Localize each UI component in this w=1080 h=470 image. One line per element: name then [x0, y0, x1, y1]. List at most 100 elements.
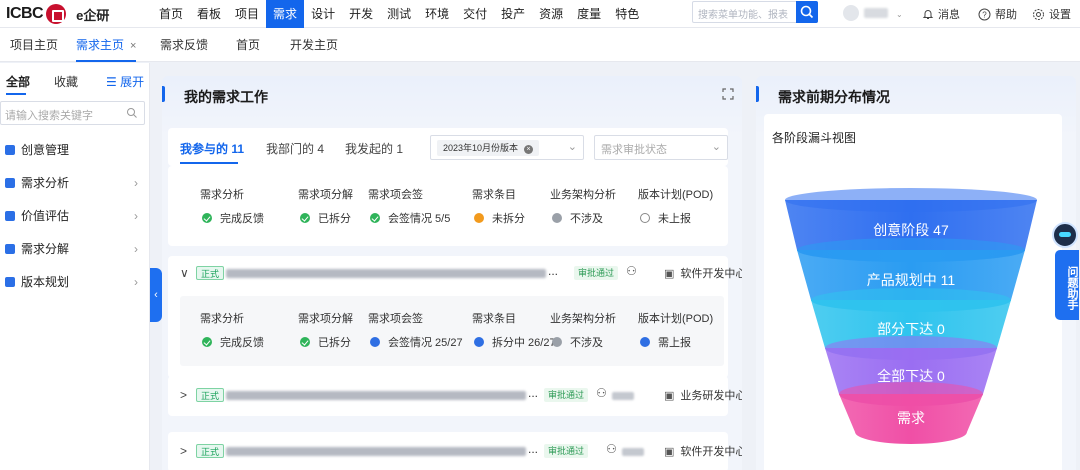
nav-item[interactable]: 项目 — [228, 0, 266, 28]
request-title-redacted[interactable] — [226, 447, 526, 456]
close-icon[interactable]: × — [130, 40, 136, 52]
stage-status: 会签情况 5/5 — [370, 210, 450, 226]
request-header[interactable]: > 正式... 审批通过 ⚇ ▣ 业务研发中心 — [180, 382, 742, 410]
stage-column: 业务架构分析 不涉及 — [550, 176, 640, 236]
nav-item[interactable]: 投产 — [494, 0, 532, 28]
nav-item[interactable]: 交付 — [456, 0, 494, 28]
request-title-redacted[interactable] — [226, 391, 526, 400]
menu-search-input[interactable]: 搜索菜单功能、报表 — [692, 1, 818, 23]
request-title-redacted[interactable] — [226, 269, 546, 278]
user-name[interactable] — [864, 8, 888, 18]
icbc-seal-icon — [46, 4, 67, 24]
stage-header: 版本计划(POD) — [638, 313, 714, 325]
status-select[interactable]: 需求审批状态 ⌄ — [594, 135, 728, 160]
settings-label: 设置 — [1049, 9, 1071, 21]
stage-status-text: 会签情况 5/5 — [388, 213, 451, 225]
sidebar-item[interactable]: 创意管理 — [0, 133, 150, 166]
status-dot-icon — [640, 337, 650, 347]
request-header[interactable]: > 正式... 审批通过 ⚇ ▣ 软件开发中心 — [180, 438, 742, 466]
dev-center: ▣ 业务研发中心 — [664, 387, 742, 403]
gear-icon — [1033, 8, 1044, 20]
sidebar-item[interactable]: 价值评估 › — [0, 199, 150, 232]
request-stages: 需求分析 完成反馈 需求项分解 已拆分 需求项会签 会签情况 25/27 需求条目 拆分中 2… — [180, 296, 724, 366]
status-dot-icon — [370, 337, 380, 347]
filter-tab-initiated[interactable]: 我发起的 1 — [345, 140, 403, 157]
sidebar-tab-all[interactable]: 全部 — [6, 73, 30, 90]
collapse-sidebar-button[interactable]: ‹ — [150, 268, 162, 322]
nav-item[interactable]: 特色 — [608, 0, 646, 28]
nav-item[interactable]: 开发 — [342, 0, 380, 28]
assistant-widget[interactable]: 问题助手 — [1049, 222, 1079, 320]
sidebar-item-label: 创意管理 — [21, 143, 70, 157]
sidebar-tab-favorites[interactable]: 收藏 — [54, 73, 78, 90]
stage-status: 拆分中 26/27 — [474, 334, 556, 350]
funnel-segment[interactable]: 需求 — [839, 382, 983, 444]
menu-item-icon — [5, 243, 15, 254]
formal-badge: 正式 — [196, 444, 225, 458]
stage-header: 业务架构分析 — [550, 189, 616, 201]
avatar[interactable] — [843, 5, 859, 21]
stage-status-text: 需上报 — [658, 337, 691, 349]
nav-item[interactable]: 需求 — [266, 0, 305, 28]
search-button[interactable] — [796, 1, 818, 23]
folder-icon: ▣ — [664, 446, 675, 458]
sidebar-item[interactable]: 需求分解 › — [0, 232, 150, 265]
stage-status-text: 会签情况 25/27 — [388, 337, 463, 349]
close-icon[interactable]: × — [524, 145, 534, 154]
funnel-top — [797, 238, 1025, 262]
user-dropdown-icon[interactable]: ⌄ — [896, 0, 903, 28]
fullscreen-icon[interactable] — [722, 88, 734, 100]
status-dot-icon — [552, 337, 562, 347]
sidebar: 全部 收藏 ☰ 展开 请输入搜索关键字 创意管理需求分析 › 价值评估 › 需求分解 › 版… — [0, 63, 150, 470]
nav-item[interactable]: 首页 — [152, 0, 190, 28]
nav-item[interactable]: 环境 — [418, 0, 456, 28]
sidebar-item-label: 需求分解 — [21, 242, 70, 256]
stage-status-text: 完成反馈 — [220, 337, 264, 349]
version-chip[interactable]: 2023年10月份版本 × — [437, 140, 540, 156]
person-icon: ⚇ — [626, 264, 637, 278]
stage-column: 需求分析完成反馈 — [200, 300, 290, 360]
expand-button[interactable]: ☰ 展开 — [106, 73, 144, 90]
panel-accent-bar — [162, 86, 165, 102]
stage-column: 需求项会签 会签情况 25/27 — [368, 300, 463, 360]
settings-button[interactable]: 设置 — [1032, 0, 1071, 28]
sidebar-item[interactable]: 版本规划 › — [0, 265, 150, 298]
sidebar-item-label: 需求分析 — [21, 176, 70, 190]
page-tab[interactable]: 需求主页 × — [76, 28, 137, 62]
chevron-down-icon[interactable]: ∨ — [180, 266, 189, 280]
page-tab[interactable]: 项目主页 — [10, 28, 58, 62]
stage-status: 已拆分 — [300, 210, 351, 226]
page-tab[interactable]: 首页 — [236, 28, 260, 62]
stage-header: 需求条目 — [472, 189, 516, 201]
funnel-card: 各阶段漏斗视图 创意阶段 47 产品规划中 11 部分下达 0 全部下达 0 需求 — [764, 114, 1062, 470]
page-tab[interactable]: 开发主页 — [290, 28, 338, 62]
nav-item[interactable]: 度量 — [570, 0, 608, 28]
menu-item-icon — [5, 144, 15, 155]
request-header[interactable]: ∨ 正式... 审批通过 ⚇ ▣ 软件开发中心 — [180, 260, 742, 288]
assistant-label: 问题助手 — [1055, 250, 1079, 320]
sidebar-item[interactable]: 需求分析 › — [0, 166, 150, 199]
stage-header: 需求分析 — [200, 189, 244, 201]
menu-item-icon — [5, 210, 15, 221]
nav-item[interactable]: 资源 — [532, 0, 570, 28]
stage-header: 需求分析 — [200, 313, 244, 325]
sidebar-search-input[interactable]: 请输入搜索关键字 — [0, 101, 145, 125]
icbc-logo[interactable]: ICBC e企研 — [6, 4, 109, 24]
version-select[interactable]: 2023年10月份版本 × ⌄ — [430, 135, 584, 160]
page-tab-label: 需求反馈 — [160, 38, 209, 52]
chevron-right-icon[interactable]: > — [180, 388, 187, 402]
nav-item[interactable]: 看板 — [190, 0, 228, 28]
filter-tab-department[interactable]: 我部门的 4 — [266, 140, 324, 157]
version-chip-label: 2023年10月份版本 — [443, 143, 519, 153]
help-button[interactable]: ? 帮助 — [978, 0, 1017, 28]
filter-tab-participated[interactable]: 我参与的 11 — [180, 140, 244, 157]
messages-button[interactable]: 消息 — [922, 0, 960, 28]
sidebar-tab-underline — [6, 93, 26, 95]
formal-badge: 正式 — [196, 266, 225, 280]
dev-center: ▣ 软件开发中心 — [664, 443, 742, 459]
nav-item[interactable]: 设计 — [304, 0, 342, 28]
chevron-right-icon[interactable]: > — [180, 444, 187, 458]
nav-item[interactable]: 测试 — [380, 0, 418, 28]
owner-name-redacted — [612, 392, 634, 400]
page-tab[interactable]: 需求反馈 — [160, 28, 208, 62]
